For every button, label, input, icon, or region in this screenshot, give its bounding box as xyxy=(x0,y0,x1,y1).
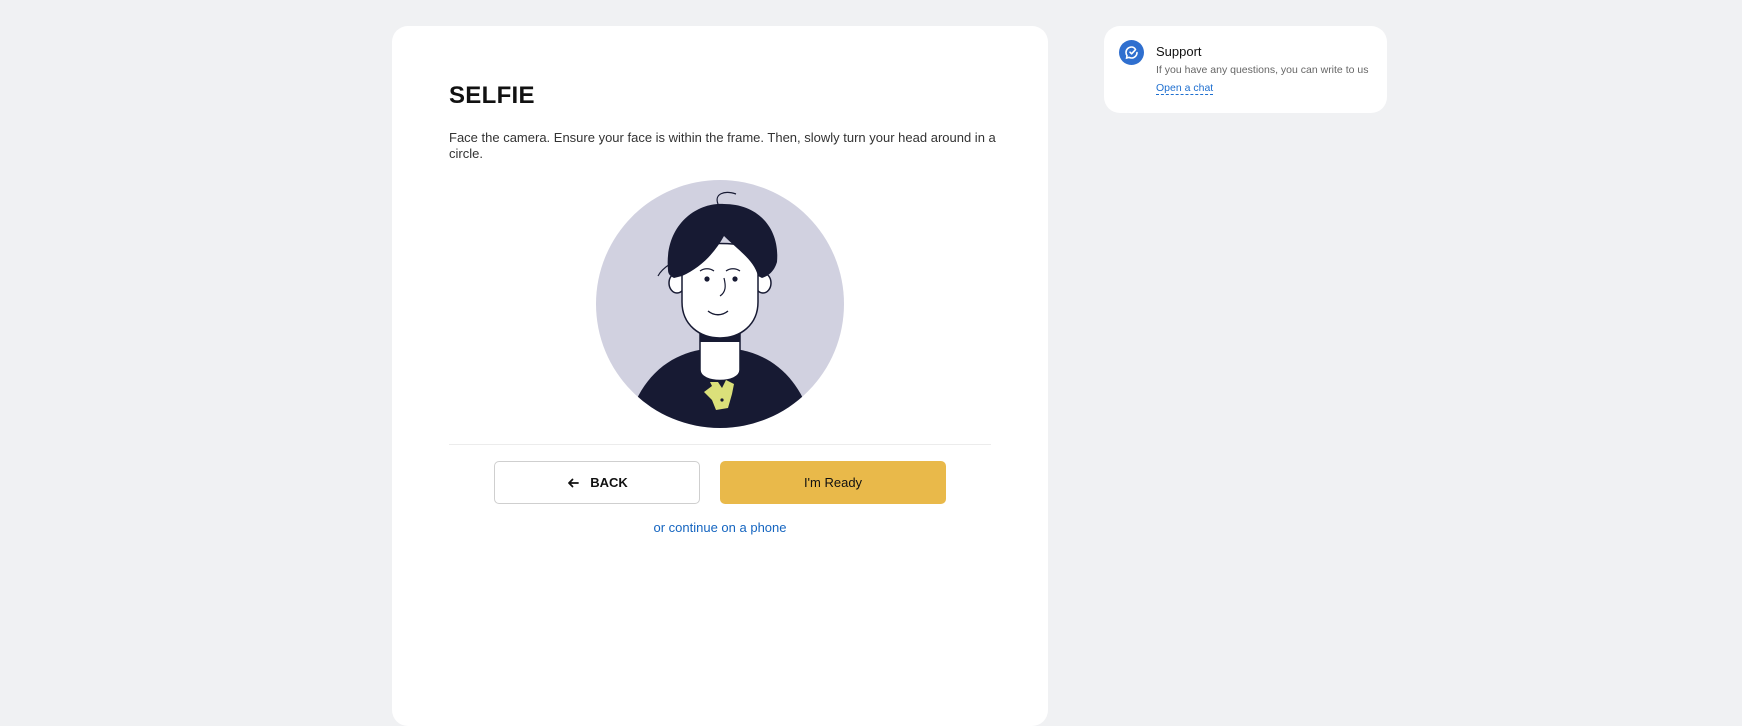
open-chat-link[interactable]: Open a chat xyxy=(1156,82,1214,95)
support-title: Support xyxy=(1156,44,1202,59)
support-description: If you have any questions, you can write… xyxy=(1156,64,1369,76)
selfie-step-card: SELFIE Face the camera. Ensure your face… xyxy=(392,26,1048,726)
divider xyxy=(449,444,991,445)
back-button-label: BACK xyxy=(590,475,628,490)
continue-on-phone-link[interactable]: or continue on a phone xyxy=(392,520,1048,535)
arrow-left-icon xyxy=(568,478,580,487)
ready-button-label: I'm Ready xyxy=(803,475,863,490)
ready-button[interactable]: I'm Ready xyxy=(720,461,946,504)
support-card: Support If you have any questions, you c… xyxy=(1104,26,1387,113)
page-title: SELFIE xyxy=(449,82,535,109)
selfie-illustration xyxy=(596,180,844,428)
chat-bubble-icon xyxy=(1119,40,1144,65)
back-button[interactable]: BACK xyxy=(494,461,700,504)
selfie-instructions: Face the camera. Ensure your face is wit… xyxy=(449,130,996,161)
